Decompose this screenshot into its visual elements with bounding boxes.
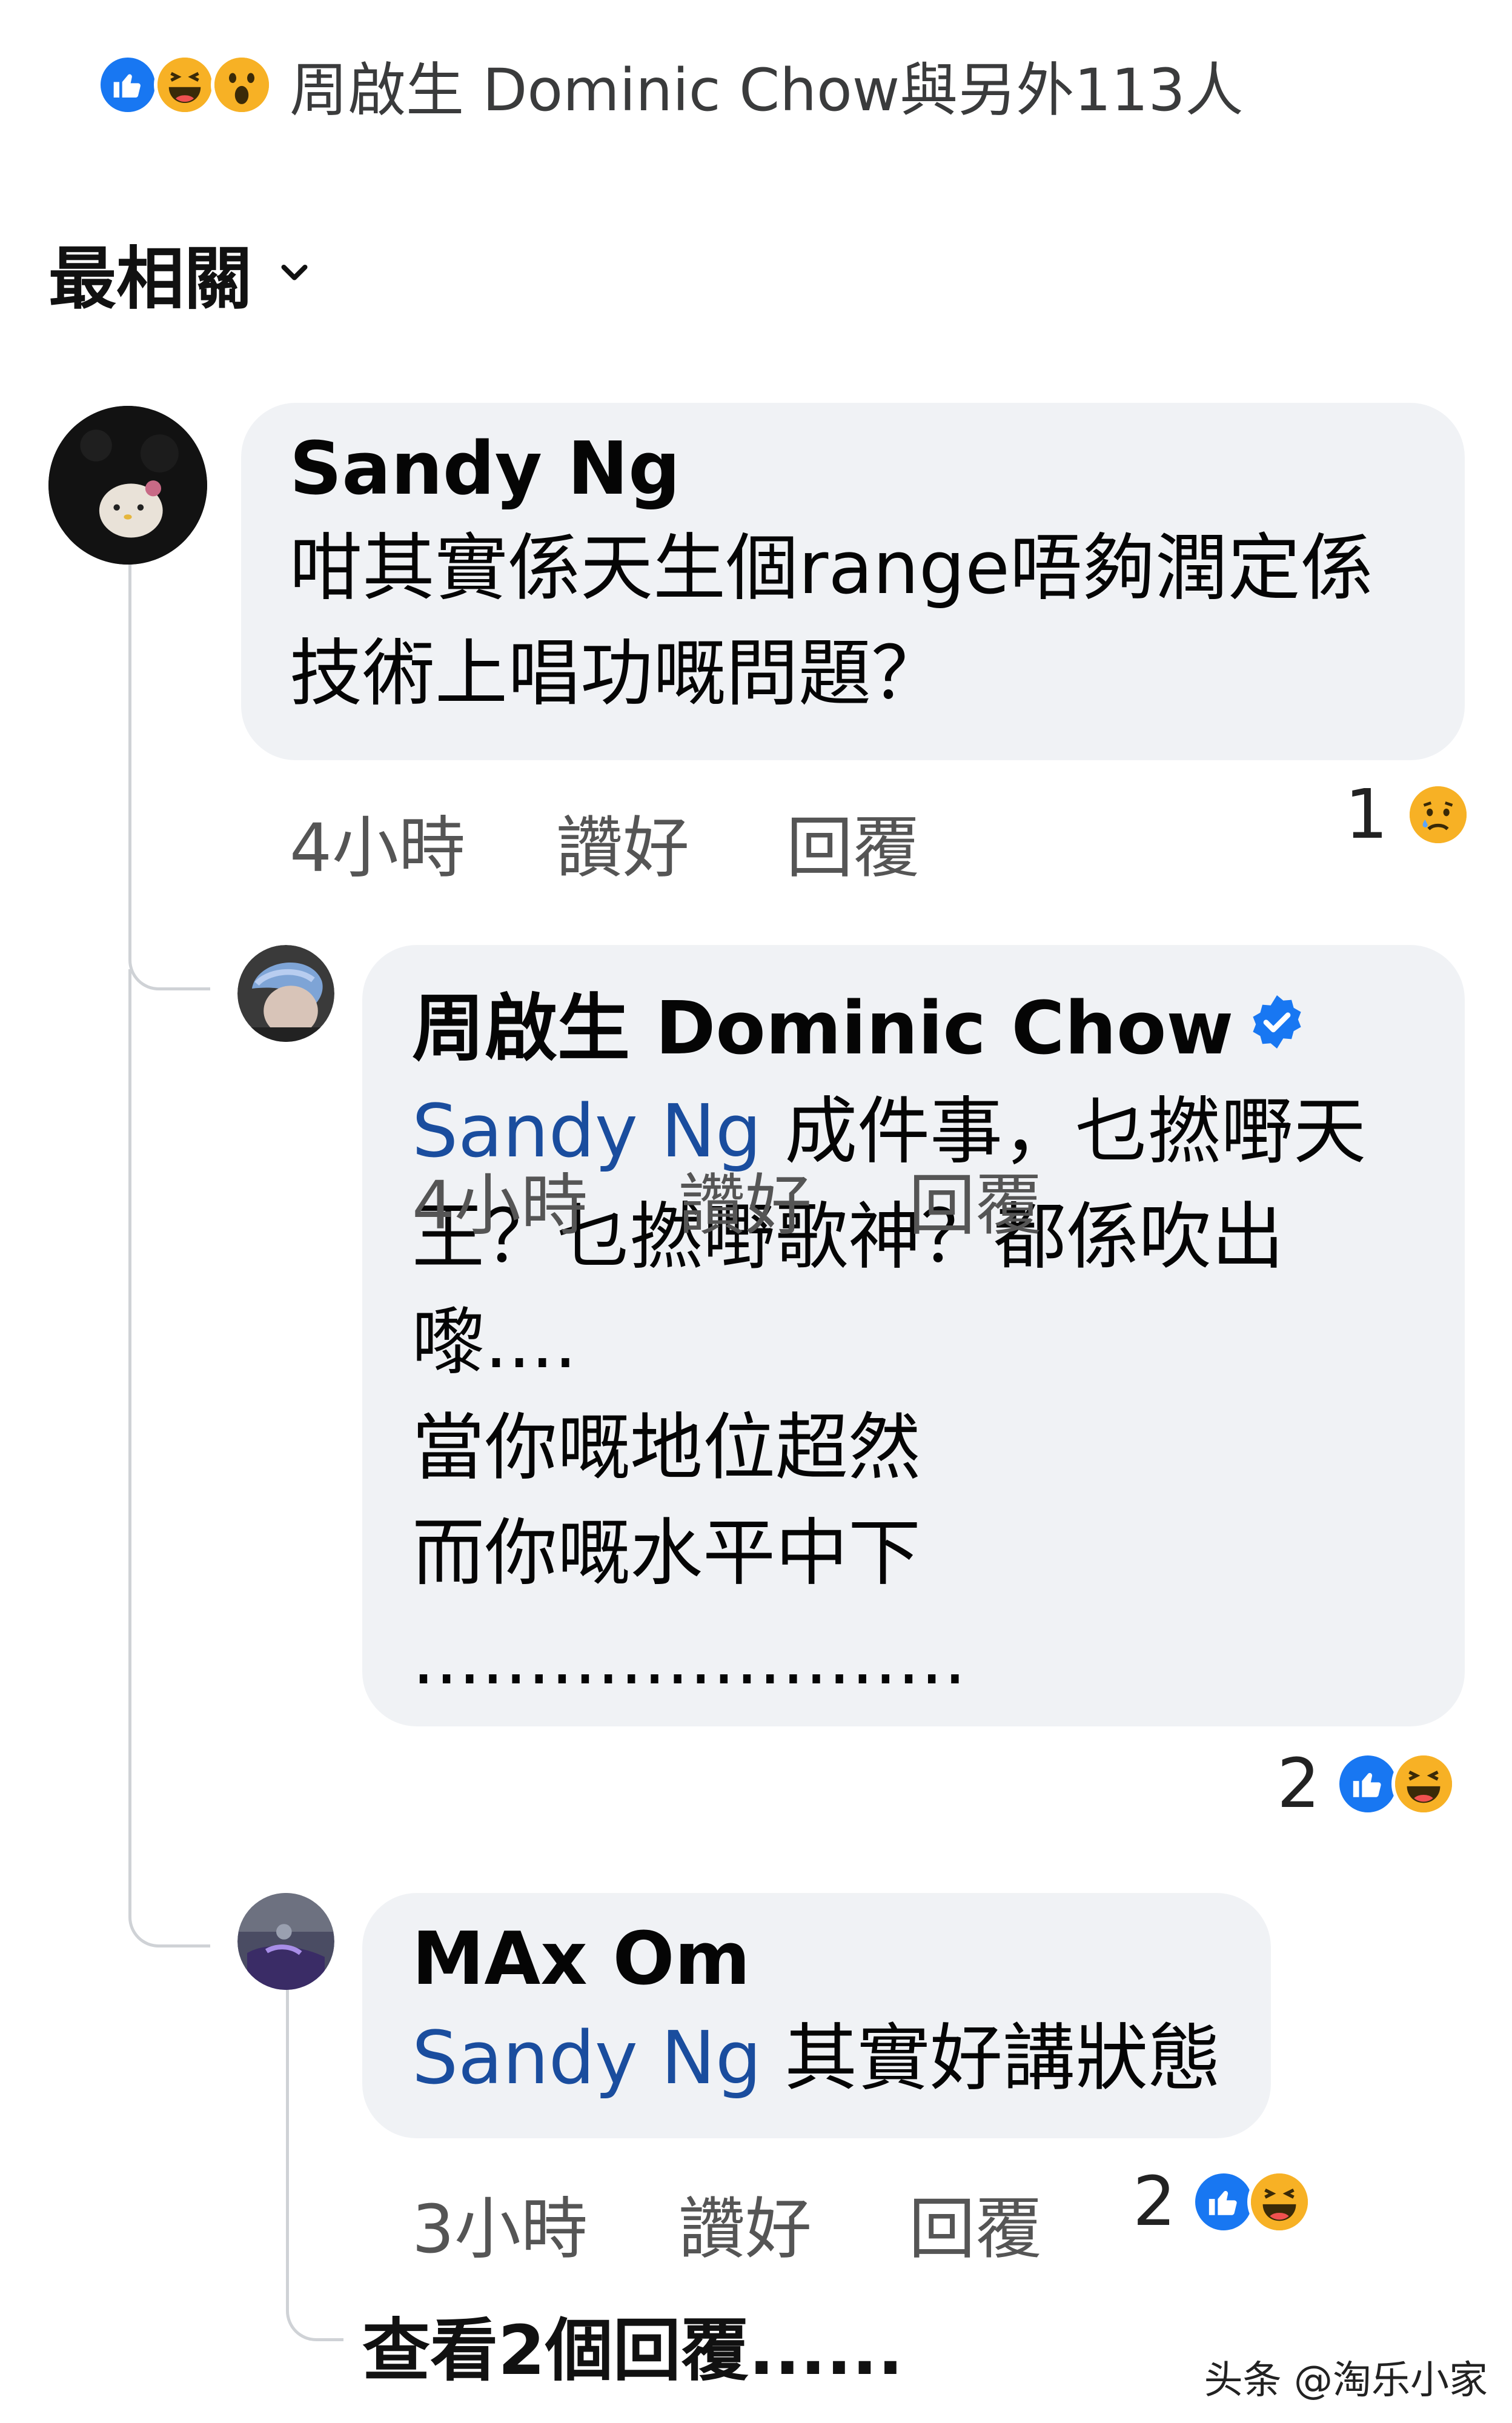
reaction-summary[interactable]: 周啟生 Dominic Chow與另外113人 — [97, 48, 1244, 124]
wow-icon — [211, 54, 273, 116]
avatar[interactable] — [237, 945, 334, 1042]
thread-line — [286, 1981, 343, 2341]
comment-reaction-count[interactable]: 2 — [1277, 1745, 1456, 1823]
reaction-count: 2 — [1133, 2163, 1176, 2241]
mention-link[interactable]: Sandy Ng — [412, 2017, 761, 2101]
like-button[interactable]: 讚好 — [556, 794, 786, 890]
haha-icon — [1247, 2170, 1312, 2234]
comment-reaction-count[interactable]: 1 — [1345, 775, 1471, 854]
like-icon — [1192, 2170, 1256, 2234]
like-icon — [97, 54, 159, 116]
comment-actions: 4小時 讚好 回覆 — [290, 794, 920, 890]
comment-bubble: MAx Om Sandy Ng 其實好講狀態 — [362, 1893, 1271, 2138]
chevron-down-icon — [281, 265, 308, 280]
comment-actions: 4小時 讚好 回覆 — [412, 1151, 1042, 1248]
like-icon — [1336, 1752, 1401, 1816]
comment-author-row: 周啟生 Dominic Chow — [412, 969, 1465, 1075]
verified-badge-icon — [1253, 995, 1301, 1049]
reply-button[interactable]: 回覆 — [786, 794, 920, 890]
reaction-count: 1 — [1345, 775, 1388, 854]
reply-button[interactable]: 回覆 — [909, 1151, 1042, 1248]
comment-bubble: Sandy Ng 咁其實係天生個range唔夠潤定係 技術上唱功嘅問題？ — [241, 403, 1465, 760]
like-button[interactable]: 讚好 — [678, 1151, 909, 1248]
comment-author[interactable]: MAx Om — [412, 1917, 1271, 2001]
reaction-count: 2 — [1277, 1745, 1321, 1823]
watermark: 头条 @淘乐小家 — [1204, 2358, 1488, 2403]
sad-icon — [1406, 783, 1471, 847]
comment-author[interactable]: Sandy Ng — [290, 427, 1465, 511]
sort-label: 最相關 — [48, 240, 252, 319]
avatar[interactable] — [48, 406, 207, 565]
haha-icon — [1391, 1752, 1456, 1816]
comment-text-block: Sandy Ng 其實好講狀態 — [412, 2006, 1271, 2112]
comment-actions: 3小時 讚好 回覆 — [412, 2175, 1042, 2272]
comment-text: 其實好講狀態 — [784, 2017, 1221, 2101]
avatar[interactable] — [237, 1893, 334, 1990]
like-button[interactable]: 讚好 — [678, 2175, 909, 2272]
comment-text: 咁其實係天生個range唔夠潤定係 技術上唱功嘅問題？ — [290, 526, 1373, 716]
view-more-replies-link[interactable]: 查看2個回覆...... — [362, 2296, 903, 2394]
comment-author[interactable]: 周啟生 Dominic Chow — [412, 969, 1233, 1075]
thread-line — [128, 563, 210, 990]
thread-line — [128, 969, 210, 1947]
comment-reaction-count[interactable]: 2 — [1133, 2163, 1312, 2241]
comment-time[interactable]: 4小時 — [412, 1151, 678, 1248]
comment-time[interactable]: 4小時 — [290, 794, 556, 890]
reaction-summary-text[interactable]: 周啟生 Dominic Chow與另外113人 — [290, 43, 1244, 127]
haha-icon — [154, 54, 216, 116]
sort-selector[interactable]: 最相關 — [48, 224, 313, 322]
reply-button[interactable]: 回覆 — [909, 2175, 1042, 2272]
comment-time[interactable]: 3小時 — [412, 2175, 678, 2272]
comment-bubble: 周啟生 Dominic Chow Sandy Ng 成件事，乜撚嘢天 王？乜撚嘢… — [362, 945, 1465, 1726]
